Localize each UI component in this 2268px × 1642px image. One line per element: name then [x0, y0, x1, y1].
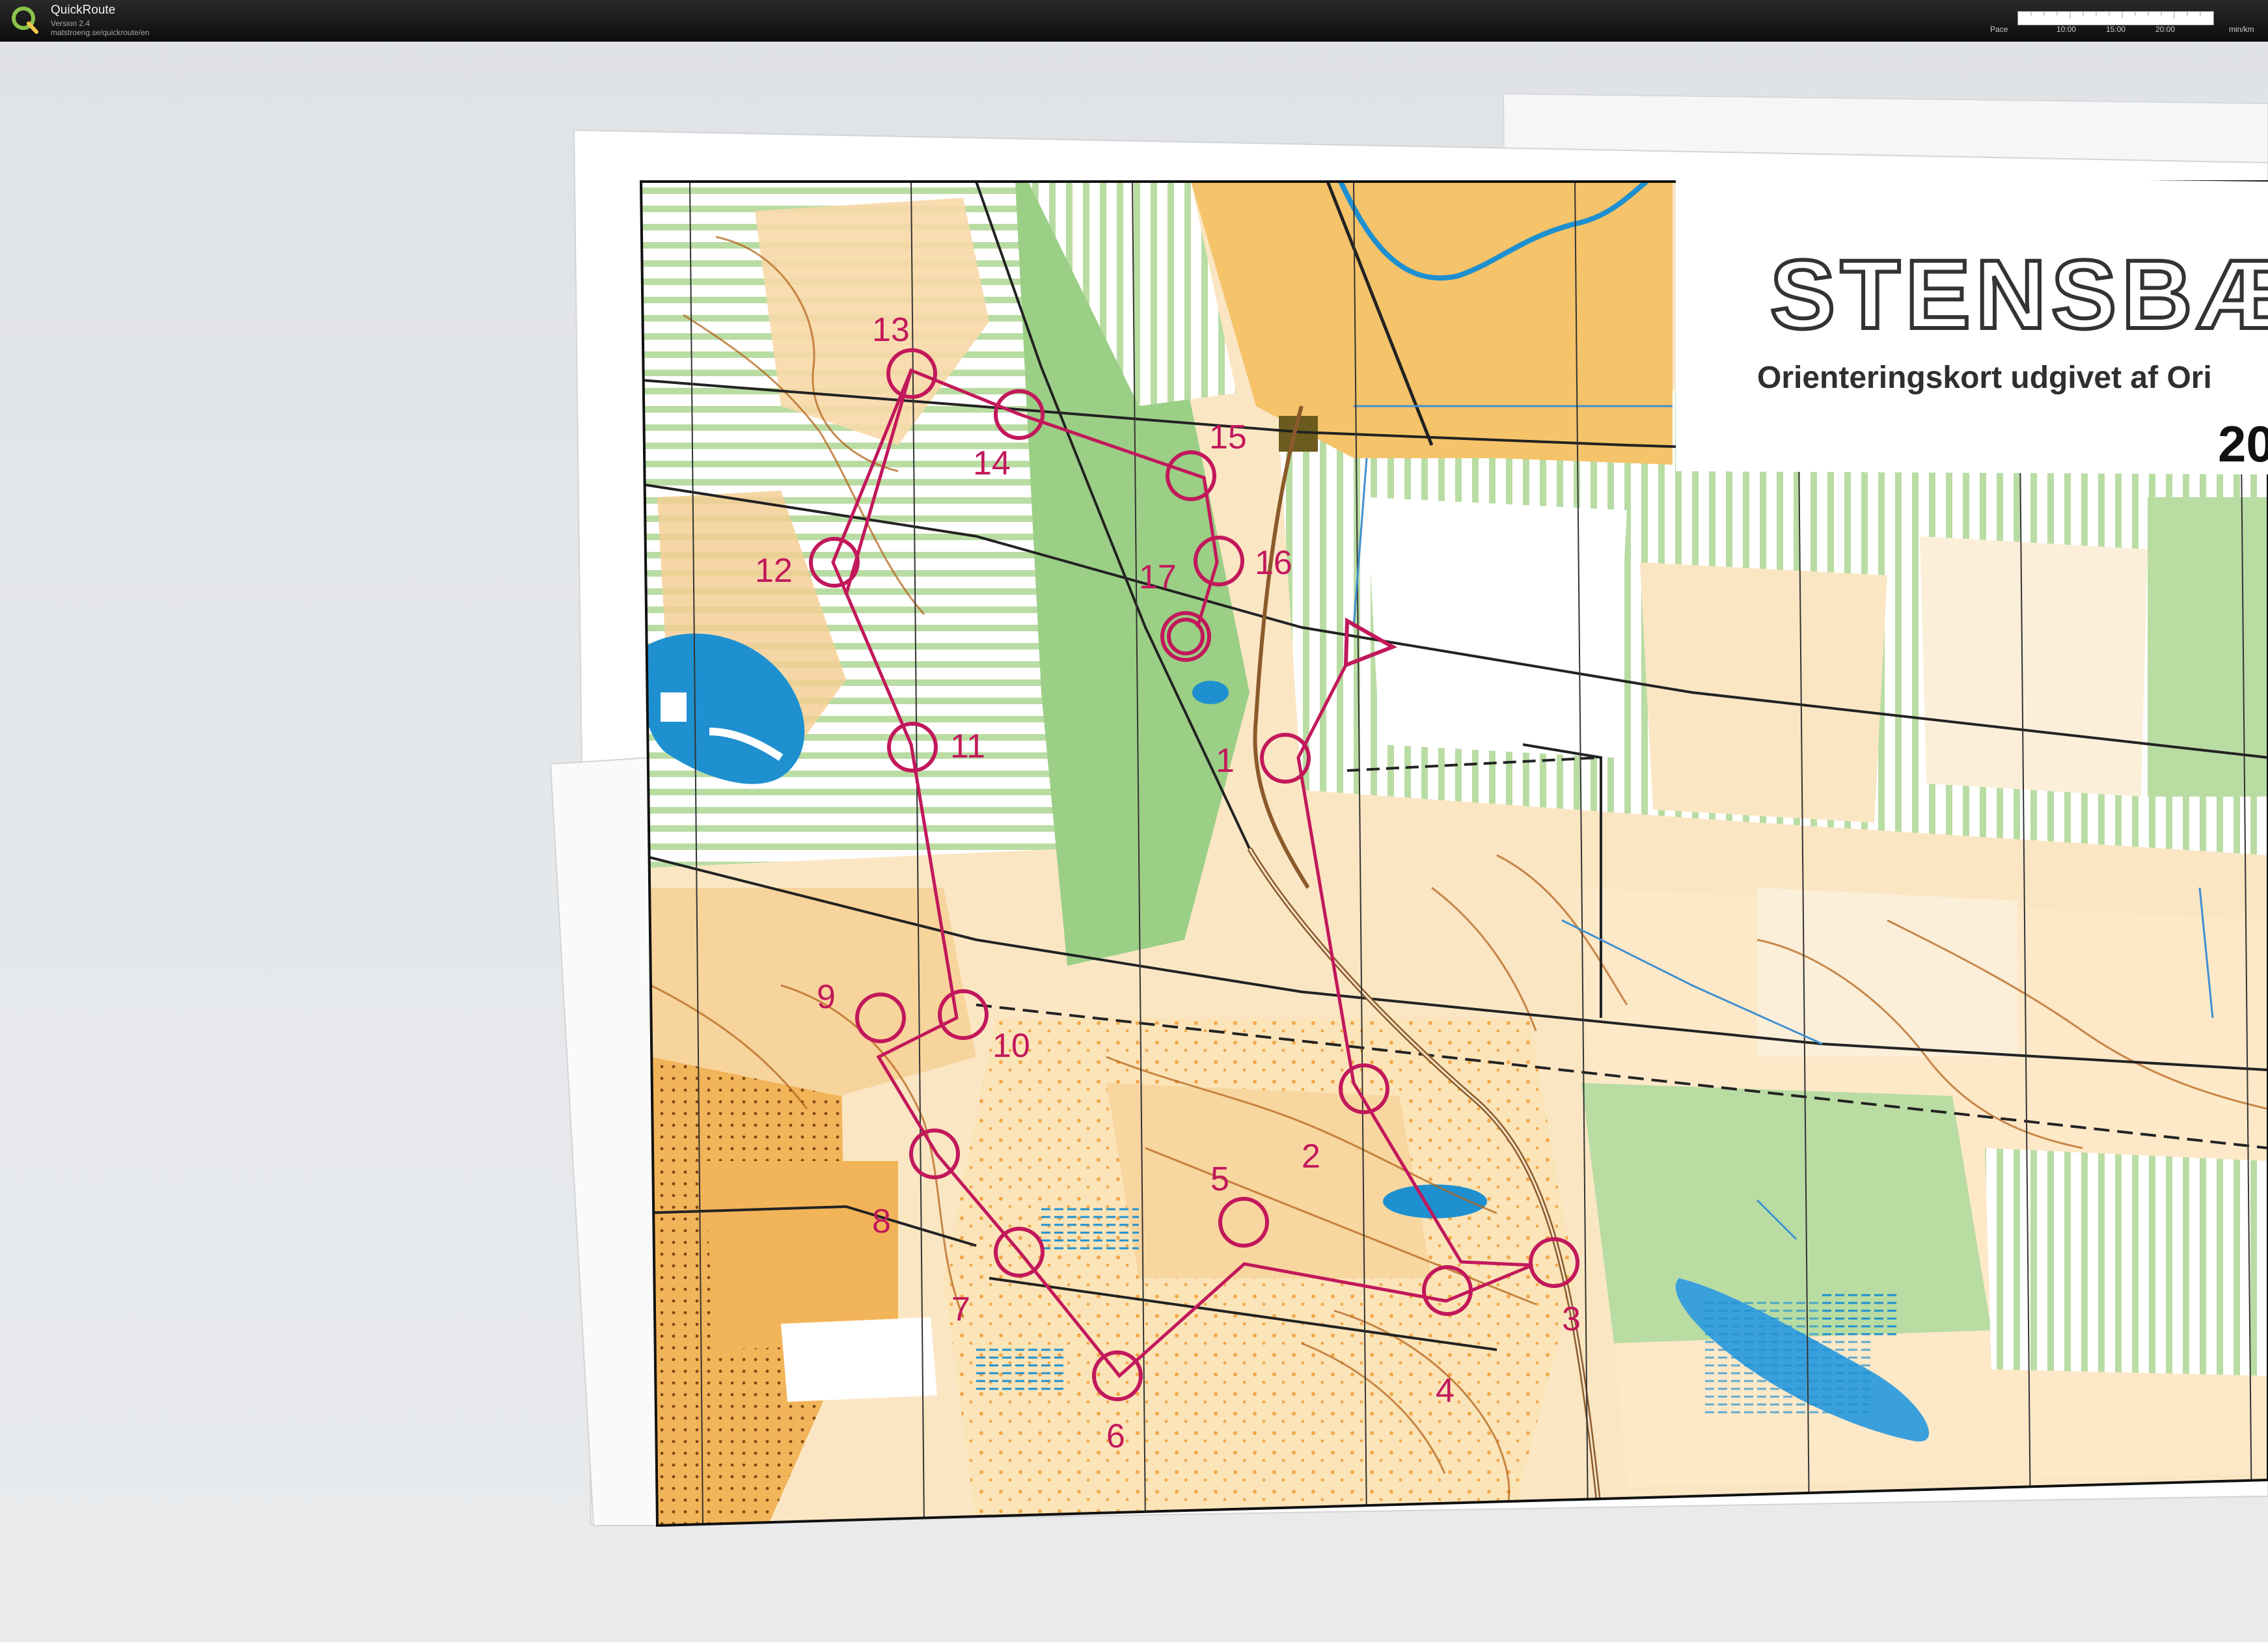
control-number: 12 [755, 552, 793, 590]
pace-color-scale [2017, 11, 2214, 25]
map-canvas[interactable]: STENSBÆ Orienteringskort udgivet af Ori … [0, 42, 2268, 1642]
pace-tick: 15:00 [2106, 25, 2126, 34]
control-number: 7 [951, 1291, 970, 1328]
control-number: 3 [1562, 1300, 1581, 1338]
app-title: QuickRoute [51, 3, 116, 17]
pace-tick: 10:00 [2056, 25, 2077, 34]
control-number: 8 [872, 1203, 891, 1240]
control-number: 13 [872, 311, 910, 349]
control-number: 1 [1216, 742, 1235, 780]
map-subtitle: Orienteringskort udgivet af Ori [1757, 361, 2212, 395]
control-number: 4 [1436, 1372, 1455, 1410]
app-version: Version 2.4 [51, 18, 90, 28]
pace-tick: 20:00 [2155, 25, 2176, 34]
map-sheet-left [549, 756, 659, 1526]
control-number: 16 [1255, 544, 1292, 582]
control-number: 2 [1302, 1138, 1320, 1175]
control-number: 15 [1209, 418, 1247, 456]
title-bar: QuickRoute Version 2.4 matstroeng.se/qui… [0, 0, 2268, 42]
pace-tick-labels: 10:00 15:00 20:00 [2017, 25, 2226, 36]
control-number: 6 [1106, 1417, 1125, 1455]
map-year: 20 [2218, 415, 2268, 472]
control-number: 14 [973, 445, 1011, 482]
pace-label: Pace [1990, 25, 2008, 34]
app-url: matstroeng.se/quickroute/en [51, 28, 150, 38]
control-number: 17 [1139, 558, 1177, 596]
map-name: STENSBÆ [1770, 239, 2268, 349]
pace-unit: min/km [2229, 25, 2254, 34]
control-number: 9 [817, 978, 836, 1016]
quickroute-logo-icon [12, 7, 38, 34]
control-number: 5 [1210, 1160, 1229, 1198]
control-number: 11 [950, 728, 985, 765]
control-number: 10 [992, 1027, 1030, 1065]
app-info: QuickRoute Version 2.4 matstroeng.se/qui… [51, 3, 150, 38]
